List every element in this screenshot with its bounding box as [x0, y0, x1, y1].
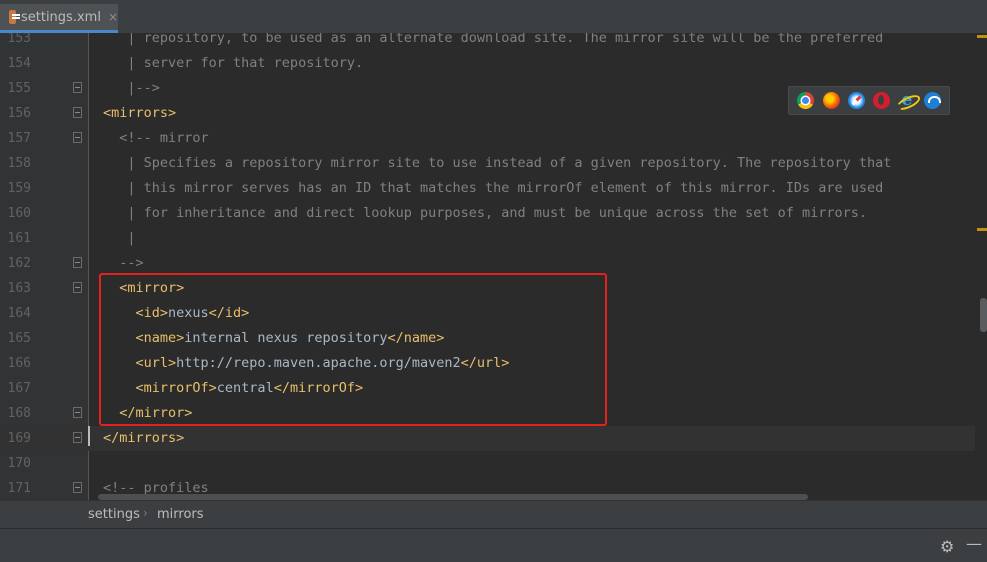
fold-icon[interactable]: [73, 407, 82, 418]
xml-comment: |-->: [103, 80, 160, 96]
code-text: |-->: [103, 76, 160, 101]
xml-tag: <mirrors>: [103, 105, 177, 121]
status-bar: ⚙ —: [0, 528, 987, 562]
error-stripe: [975, 33, 987, 500]
code-text: | Specifies a repository mirror site to …: [103, 151, 891, 176]
xml-comment: |: [103, 230, 136, 246]
fold-icon[interactable]: [73, 282, 82, 293]
code-text: | server for that repository.: [103, 51, 363, 76]
xml-tag: </mirrors>: [103, 430, 185, 446]
fold-icon[interactable]: [73, 432, 82, 443]
line-number: 171: [7, 481, 31, 496]
xml-comment: | Specifies a repository mirror site to …: [103, 155, 892, 171]
breadcrumb-separator: ›: [143, 506, 148, 520]
line-number: 156: [7, 106, 31, 121]
chrome-icon[interactable]: [797, 92, 815, 109]
xml-file-icon: [9, 10, 20, 24]
fold-icon[interactable]: [73, 482, 82, 493]
tab-label: settings.xml: [20, 9, 101, 25]
ie-icon[interactable]: e: [898, 92, 915, 109]
line-number: 158: [7, 156, 31, 171]
line-number: 161: [7, 231, 31, 246]
safari-icon[interactable]: [847, 92, 865, 109]
line-number: 153: [7, 33, 31, 46]
highlight-box: [99, 273, 607, 426]
line-number: 155: [7, 81, 31, 96]
code-text: | repository, to be used as an alternate…: [103, 33, 883, 51]
code-line[interactable]: 157 <!-- mirror: [0, 126, 987, 151]
opera-icon[interactable]: [873, 92, 891, 109]
text-caret: [88, 426, 90, 446]
tab-settings-xml[interactable]: settings.xml ×: [0, 4, 118, 33]
line-number: 164: [7, 306, 31, 321]
code-line[interactable]: 159 | this mirror serves has an ID that …: [0, 176, 987, 201]
line-number: 154: [7, 56, 31, 71]
code-line[interactable]: 170: [0, 451, 987, 476]
fold-icon[interactable]: [73, 132, 82, 143]
xml-comment: | this mirror serves has an ID that matc…: [103, 180, 884, 196]
gear-icon[interactable]: ⚙: [940, 537, 954, 556]
xml-comment: | for inheritance and direct lookup purp…: [103, 205, 868, 221]
line-number: 162: [7, 256, 31, 271]
code-text: | this mirror serves has an ID that matc…: [103, 176, 883, 201]
line-number: 170: [7, 456, 31, 471]
edge-icon[interactable]: [923, 92, 941, 109]
line-number: 160: [7, 206, 31, 221]
line-number: 163: [7, 281, 31, 296]
xml-comment: | repository, to be used as an alternate…: [103, 33, 884, 46]
warning-marker[interactable]: [977, 228, 987, 231]
code-text: </mirrors>: [103, 426, 184, 451]
browser-preview-bar: e: [788, 86, 950, 115]
fold-icon[interactable]: [73, 82, 82, 93]
breadcrumb-item-mirrors[interactable]: mirrors: [157, 507, 204, 522]
fold-icon[interactable]: [73, 107, 82, 118]
xml-comment: <!-- mirror: [103, 130, 209, 146]
line-number: 166: [7, 356, 31, 371]
code-line[interactable]: 160 | for inheritance and direct lookup …: [0, 201, 987, 226]
close-icon[interactable]: ×: [108, 10, 118, 24]
code-line[interactable]: 154 | server for that repository.: [0, 51, 987, 76]
code-line[interactable]: 158 | Specifies a repository mirror site…: [0, 151, 987, 176]
line-number: 169: [7, 431, 31, 446]
code-text: | for inheritance and direct lookup purp…: [103, 201, 867, 226]
line-number: 159: [7, 181, 31, 196]
line-number: 165: [7, 331, 31, 346]
line-number: 168: [7, 406, 31, 421]
breadcrumb: settings › mirrors: [0, 500, 987, 529]
code-text: |: [103, 226, 136, 251]
warning-marker[interactable]: [977, 35, 987, 38]
code-text: <!-- mirror: [103, 126, 209, 151]
vertical-scrollbar[interactable]: [980, 298, 987, 332]
breadcrumb-item-settings[interactable]: settings: [88, 507, 140, 522]
code-text: <mirrors>: [103, 101, 176, 126]
firefox-icon[interactable]: [822, 92, 840, 109]
line-number: 157: [7, 131, 31, 146]
fold-icon[interactable]: [73, 257, 82, 268]
editor-tab-bar: settings.xml ×: [0, 0, 987, 34]
code-line[interactable]: 153 | repository, to be used as an alter…: [0, 33, 987, 51]
xml-comment: -->: [103, 255, 144, 271]
line-number: 167: [7, 381, 31, 396]
code-line[interactable]: 169 </mirrors>: [0, 426, 987, 451]
code-editor[interactable]: 153 | repository, to be used as an alter…: [0, 33, 987, 500]
code-line[interactable]: 161 |: [0, 226, 987, 251]
xml-comment: | server for that repository.: [103, 55, 364, 71]
minimize-icon[interactable]: —: [966, 534, 982, 553]
